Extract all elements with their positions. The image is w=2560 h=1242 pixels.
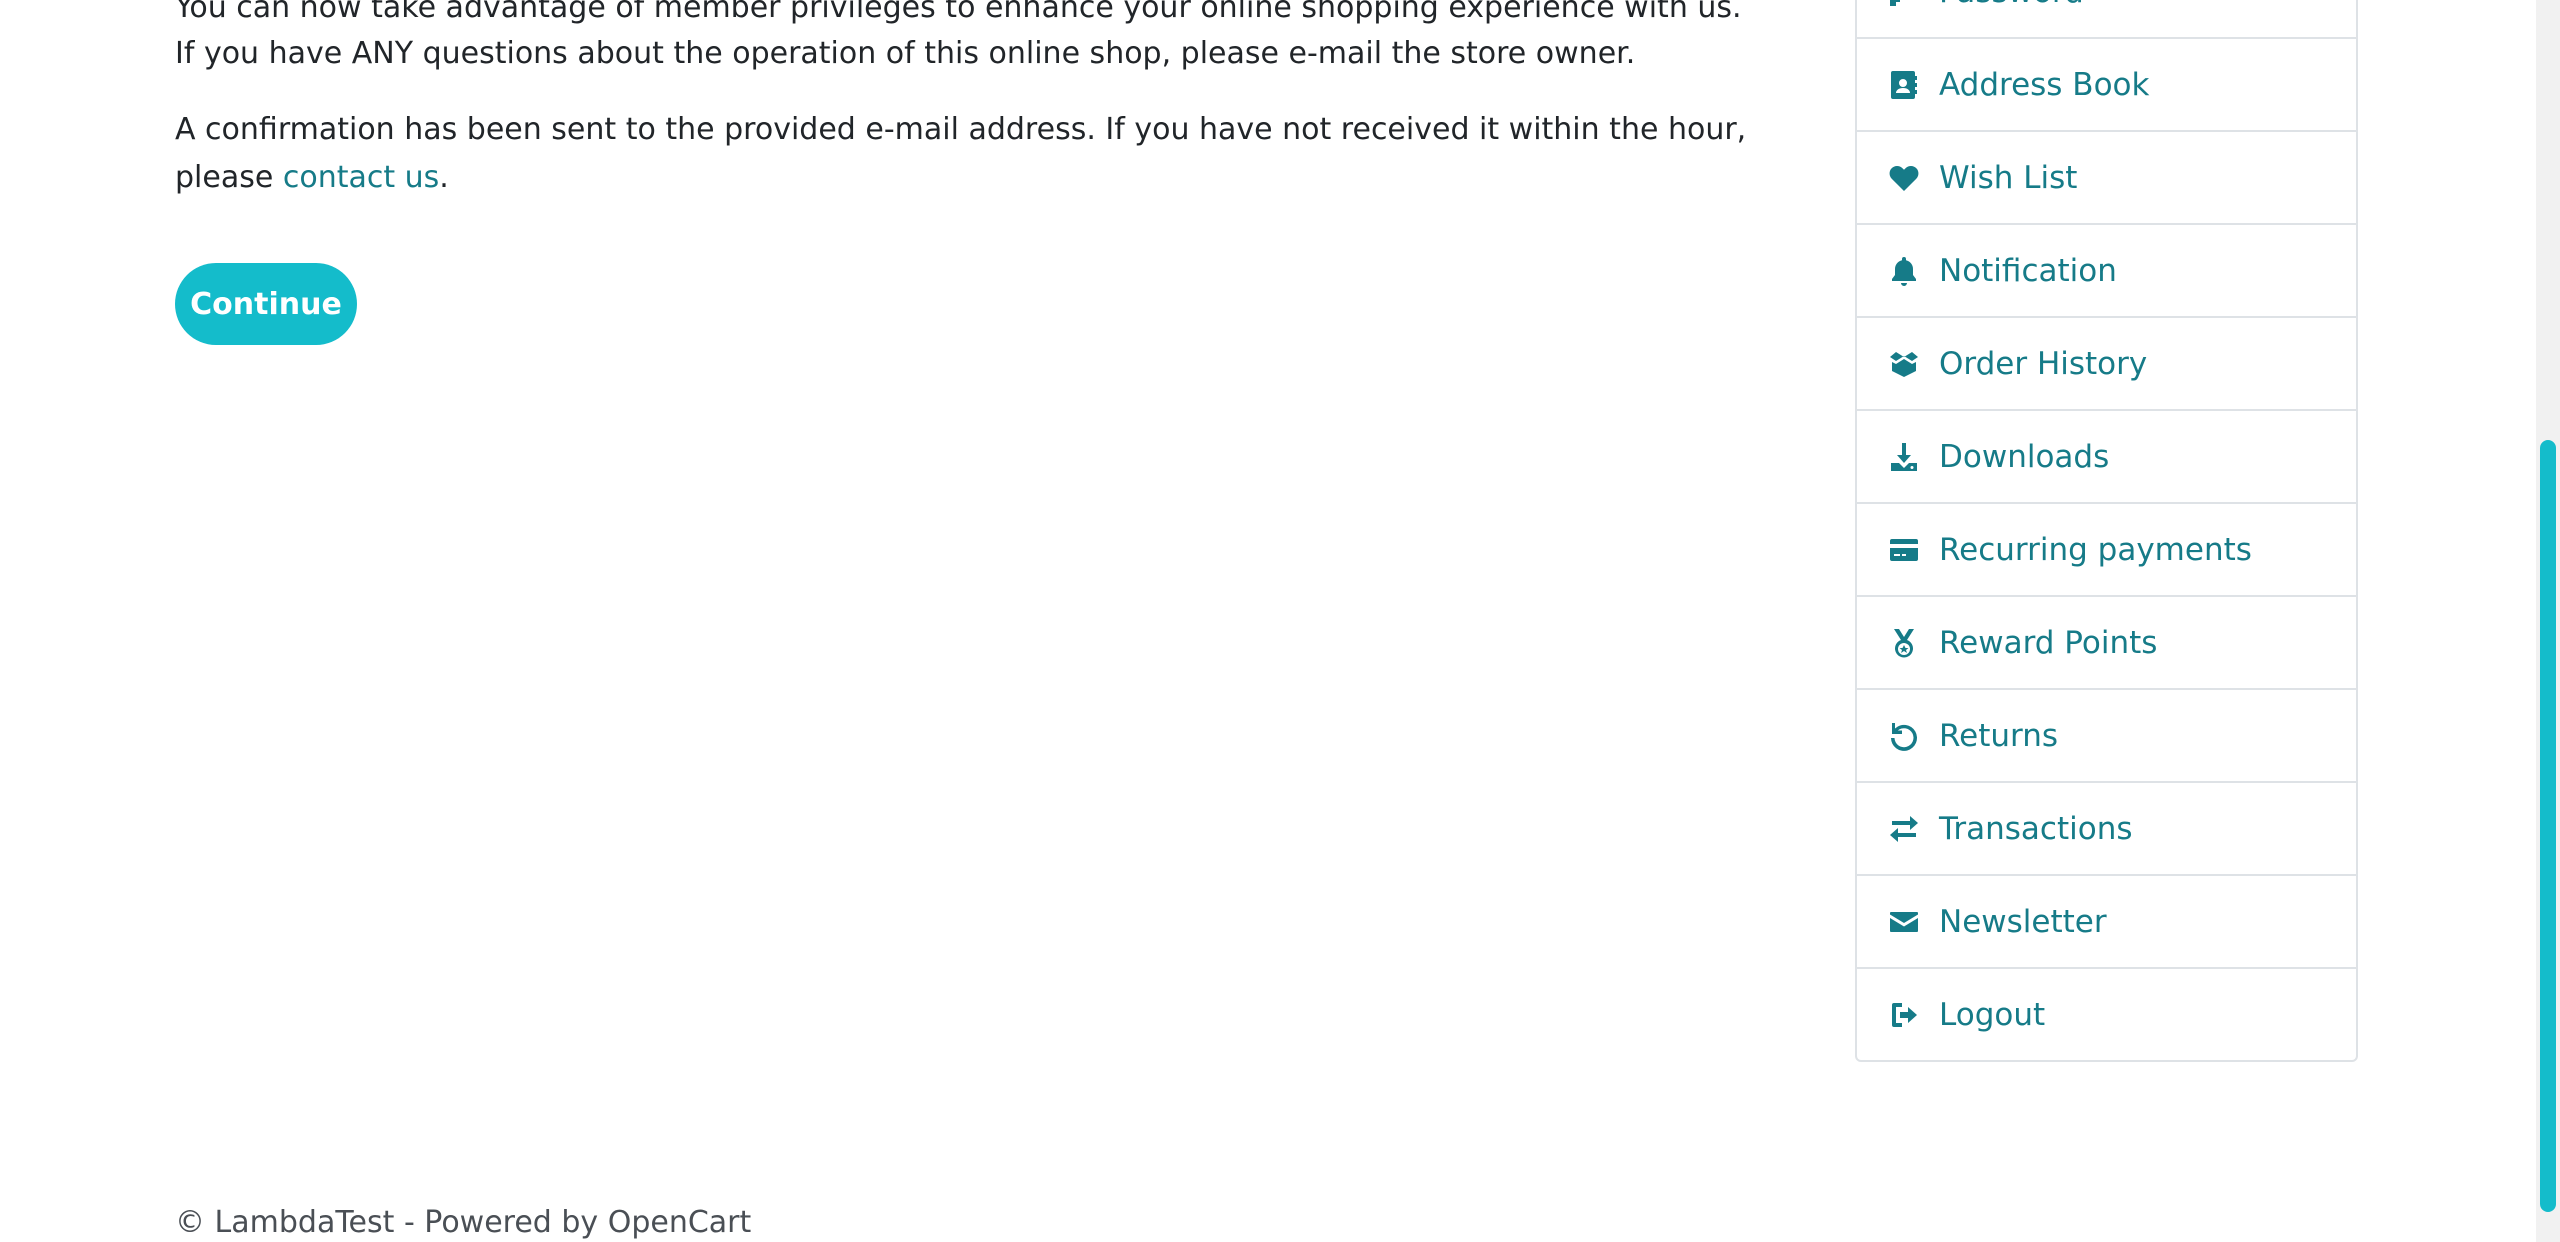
questions-paragraph: If you have ANY questions about the oper… <box>175 36 1636 71</box>
key-icon <box>1887 0 1921 9</box>
sidebar-item-logout[interactable]: Logout <box>1857 967 2356 1060</box>
sidebar-item-transactions[interactable]: Transactions <box>1857 781 2356 874</box>
sidebar-item-label: Wish List <box>1939 159 2078 196</box>
sidebar-item-reward-points[interactable]: Reward Points <box>1857 595 2356 688</box>
exchange-icon <box>1887 812 1921 846</box>
medal-icon <box>1887 626 1921 660</box>
heart-icon <box>1887 161 1921 195</box>
sidebar-item-label: Password <box>1939 0 2084 10</box>
scrollbar-track[interactable] <box>2536 0 2560 1242</box>
sidebar-item-label: Transactions <box>1939 810 2133 847</box>
sidebar-item-label: Reward Points <box>1939 624 2158 661</box>
account-sidebar: Password Address Book Wish List Notifica… <box>1855 0 2358 1062</box>
sidebar-item-label: Notification <box>1939 252 2117 289</box>
sidebar-item-label: Logout <box>1939 996 2046 1033</box>
sidebar-item-label: Recurring payments <box>1939 531 2252 568</box>
sidebar-item-newsletter[interactable]: Newsletter <box>1857 874 2356 967</box>
download-icon <box>1887 440 1921 474</box>
sidebar-item-password[interactable]: Password <box>1857 0 2356 37</box>
contact-us-link[interactable]: contact us <box>283 160 439 195</box>
sidebar-item-label: Returns <box>1939 717 2059 754</box>
address-book-icon <box>1887 68 1921 102</box>
sidebar-item-label: Downloads <box>1939 438 2110 475</box>
sidebar-item-label: Address Book <box>1939 66 2150 103</box>
bell-icon <box>1887 254 1921 288</box>
scrollbar-thumb[interactable] <box>2540 440 2556 1212</box>
sidebar-item-downloads[interactable]: Downloads <box>1857 409 2356 502</box>
sidebar-item-wish-list[interactable]: Wish List <box>1857 130 2356 223</box>
sidebar-item-recurring-payments[interactable]: Recurring payments <box>1857 502 2356 595</box>
sidebar-item-label: Order History <box>1939 345 2148 382</box>
sidebar-item-returns[interactable]: Returns <box>1857 688 2356 781</box>
undo-icon <box>1887 719 1921 753</box>
sign-out-icon <box>1887 998 1921 1032</box>
confirmation-period: . <box>439 160 449 195</box>
continue-button[interactable]: Continue <box>175 263 357 345</box>
box-open-icon <box>1887 347 1921 381</box>
sidebar-item-label: Newsletter <box>1939 903 2107 940</box>
footer-copyright: © LambdaTest - Powered by OpenCart <box>175 1205 752 1240</box>
sidebar-item-order-history[interactable]: Order History <box>1857 316 2356 409</box>
envelope-icon <box>1887 905 1921 939</box>
credit-card-icon <box>1887 533 1921 567</box>
privileges-paragraph: You can now take advantage of member pri… <box>175 0 1742 25</box>
confirmation-paragraph: A confirmation has been sent to the prov… <box>175 106 1765 202</box>
sidebar-item-address-book[interactable]: Address Book <box>1857 37 2356 130</box>
sidebar-item-notification[interactable]: Notification <box>1857 223 2356 316</box>
